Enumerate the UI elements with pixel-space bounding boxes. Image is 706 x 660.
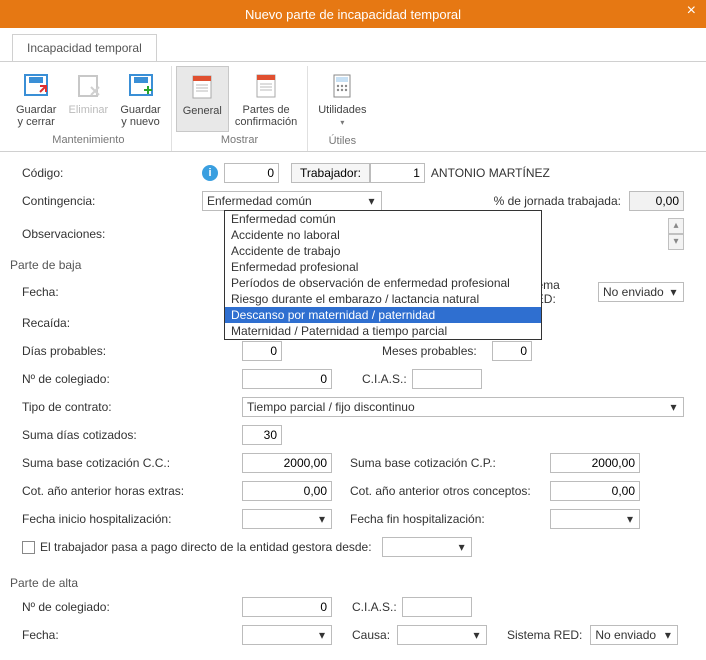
chevron-down-icon: ▾ xyxy=(315,512,329,526)
contingencia-label: Contingencia: xyxy=(22,194,202,208)
contingencia-option[interactable]: Riesgo durante el embarazo / lactancia n… xyxy=(225,291,541,307)
chevron-down-icon: ▾ xyxy=(623,512,637,526)
contingencia-option[interactable]: Descanso por maternidad / paternidad xyxy=(225,307,541,323)
group-utils-title: Útiles xyxy=(312,133,372,151)
contingencia-dropdown[interactable]: Enfermedad comúnAccidente no laboralAcci… xyxy=(224,210,542,340)
cot-extras-input[interactable] xyxy=(242,481,332,501)
save-new-icon xyxy=(125,70,157,102)
baja-colegiado-label: Nº de colegiado: xyxy=(22,372,182,386)
contingencia-option[interactable]: Accidente no laboral xyxy=(225,227,541,243)
observaciones-label: Observaciones: xyxy=(22,227,202,241)
chevron-down-icon: ▾ xyxy=(665,285,681,299)
group-maintenance-title: Mantenimiento xyxy=(10,132,167,150)
baja-colegiado-input[interactable] xyxy=(242,369,332,389)
contingencia-option[interactable]: Enfermedad común xyxy=(225,211,541,227)
alta-causa-label: Causa: xyxy=(352,628,397,642)
delete-icon xyxy=(72,70,104,102)
suma-dias-input[interactable] xyxy=(242,425,282,445)
confirmation-parts-button[interactable]: Partes de confirmación xyxy=(229,66,303,132)
trabajador-code-input[interactable] xyxy=(370,163,425,183)
utilities-label: Utilidades▾ xyxy=(318,104,366,129)
contingencia-option[interactable]: Maternidad / Paternidad a tiempo parcial xyxy=(225,323,541,339)
window-title: Nuevo parte de incapacidad temporal xyxy=(245,7,461,22)
baja-fecha-label: Fecha: xyxy=(22,285,182,299)
alta-causa-select[interactable]: ▾ xyxy=(397,625,487,645)
contingencia-option[interactable]: Enfermedad profesional xyxy=(225,259,541,275)
alta-cias-label: C.I.A.S.: xyxy=(352,600,402,614)
save-new-button[interactable]: Guardar y nuevo xyxy=(114,66,166,132)
contingencia-option[interactable]: Accidente de trabajo xyxy=(225,243,541,259)
alta-sistema-red-label: Sistema RED: xyxy=(507,628,582,642)
pago-directo-date[interactable]: ▾ xyxy=(382,537,472,557)
delete-label: Eliminar xyxy=(68,104,108,116)
codigo-input[interactable] xyxy=(224,163,279,183)
jornada-input[interactable] xyxy=(629,191,684,211)
ribbon: Guardar y cerrar Eliminar Guardar y nuev… xyxy=(0,62,706,152)
utilities-button[interactable]: Utilidades▾ xyxy=(312,66,372,133)
alta-fecha-label: Fecha: xyxy=(22,628,182,642)
recaida-label: Recaída: xyxy=(22,316,182,330)
meses-probables-input[interactable] xyxy=(492,341,532,361)
contingencia-option[interactable]: Períodos de observación de enfermedad pr… xyxy=(225,275,541,291)
window-titlebar: Nuevo parte de incapacidad temporal × xyxy=(0,0,706,28)
contingencia-value: Enfermedad común xyxy=(207,194,312,208)
group-show-title: Mostrar xyxy=(176,132,304,150)
ribbon-tabstrip: Incapacidad temporal xyxy=(0,28,706,62)
pago-directo-checkbox[interactable] xyxy=(22,541,35,554)
baja-cias-input[interactable] xyxy=(412,369,482,389)
tipo-contrato-label: Tipo de contrato: xyxy=(22,400,242,414)
cot-otros-label: Cot. año anterior otros conceptos: xyxy=(350,484,550,498)
pago-directo-label: El trabajador pasa a pago directo de la … xyxy=(40,540,372,554)
form-icon xyxy=(186,71,218,103)
contingencia-select[interactable]: Enfermedad común ▾ xyxy=(202,191,382,211)
chevron-down-icon: ▾ xyxy=(315,628,329,642)
save-close-button[interactable]: Guardar y cerrar xyxy=(10,66,62,132)
inicio-hosp-date[interactable]: ▾ xyxy=(242,509,332,529)
calculator-icon xyxy=(326,70,358,102)
section-alta-title: Parte de alta xyxy=(10,576,684,590)
alta-sistema-red-select[interactable]: No enviado ▾ xyxy=(590,625,678,645)
alta-cias-input[interactable] xyxy=(402,597,472,617)
close-icon[interactable]: × xyxy=(687,2,696,20)
inicio-hosp-label: Fecha inicio hospitalización: xyxy=(22,512,242,526)
suma-cc-label: Suma base cotización C.C.: xyxy=(22,456,242,470)
chevron-down-icon: ▾ xyxy=(468,628,484,642)
confirmation-parts-label: Partes de confirmación xyxy=(235,104,297,128)
suma-cp-input[interactable] xyxy=(550,453,640,473)
form-icon xyxy=(250,70,282,102)
general-button[interactable]: General xyxy=(176,66,229,132)
cot-otros-input[interactable] xyxy=(550,481,640,501)
save-close-icon xyxy=(20,70,52,102)
jornada-label: % de jornada trabajada: xyxy=(494,194,621,208)
chevron-down-icon: ▾ xyxy=(665,400,681,414)
save-new-label: Guardar y nuevo xyxy=(120,104,160,128)
tab-incapacidad-temporal[interactable]: Incapacidad temporal xyxy=(12,34,157,61)
alta-colegiado-input[interactable] xyxy=(242,597,332,617)
dias-probables-label: Días probables: xyxy=(22,344,182,358)
delete-button: Eliminar xyxy=(62,66,114,132)
chevron-down-icon: ▾ xyxy=(363,194,379,208)
baja-sistema-red-select[interactable]: No enviado ▾ xyxy=(598,282,684,302)
suma-cc-input[interactable] xyxy=(242,453,332,473)
suma-cp-label: Suma base cotización C.P.: xyxy=(350,456,550,470)
save-close-label: Guardar y cerrar xyxy=(16,104,56,128)
baja-cias-label: C.I.A.S.: xyxy=(362,372,412,386)
trabajador-name: ANTONIO MARTÍNEZ xyxy=(431,166,550,180)
suma-dias-label: Suma días cotizados: xyxy=(22,428,242,442)
observaciones-scrollbar[interactable]: ▴▾ xyxy=(668,218,684,250)
trabajador-button[interactable]: Trabajador: xyxy=(291,163,370,183)
chevron-down-icon: ▾ xyxy=(455,540,469,554)
fin-hosp-date[interactable]: ▾ xyxy=(550,509,640,529)
general-label: General xyxy=(183,105,222,117)
codigo-label: Código: xyxy=(22,166,63,180)
alta-fecha-date[interactable]: ▾ xyxy=(242,625,332,645)
cot-extras-label: Cot. año anterior horas extras: xyxy=(22,484,242,498)
fin-hosp-label: Fecha fin hospitalización: xyxy=(350,512,550,526)
tipo-contrato-select[interactable]: Tiempo parcial / fijo discontinuo ▾ xyxy=(242,397,684,417)
meses-probables-label: Meses probables: xyxy=(382,344,492,358)
alta-colegiado-label: Nº de colegiado: xyxy=(22,600,182,614)
dias-probables-input[interactable] xyxy=(242,341,282,361)
info-icon[interactable]: i xyxy=(202,165,218,181)
chevron-down-icon: ▾ xyxy=(659,628,675,642)
